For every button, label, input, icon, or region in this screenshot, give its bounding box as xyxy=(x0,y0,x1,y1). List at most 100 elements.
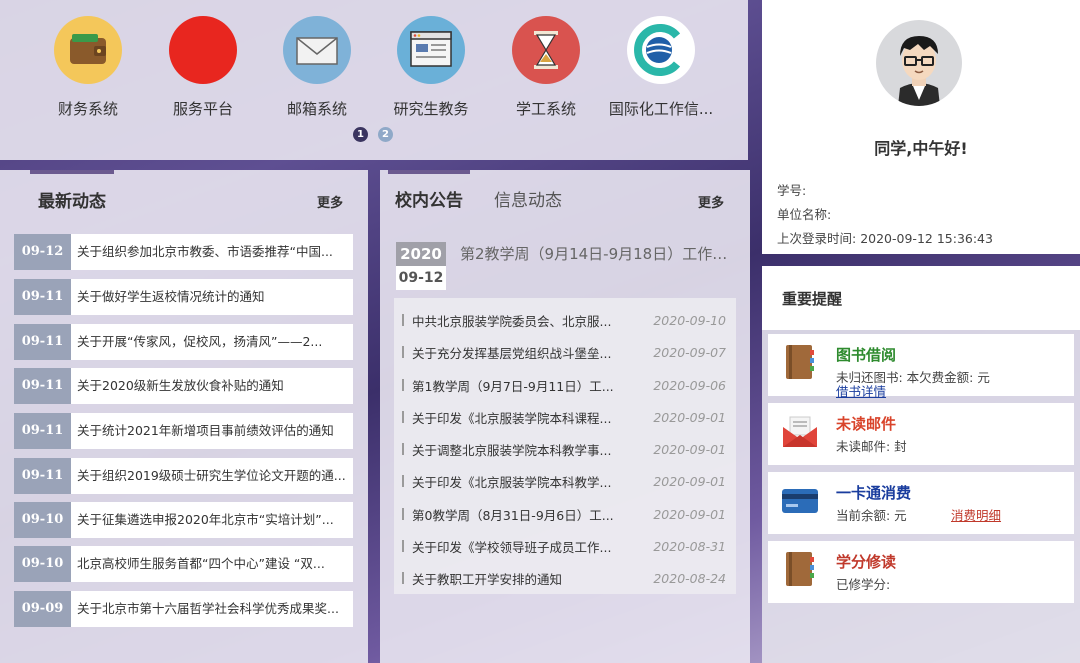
announcement-date: 2020-09-01 xyxy=(653,473,726,489)
bullet xyxy=(402,411,404,423)
news-text: 关于征集遴选申报2020年北京市“实培计划”... xyxy=(77,512,334,527)
card-icon xyxy=(780,480,820,520)
news-item[interactable]: 09-10 北京高校师生服务首都“四个中心”建设 “双... xyxy=(14,546,353,582)
tab-underline xyxy=(30,170,114,174)
card-subtitle: 未读邮件: 封 xyxy=(836,439,907,454)
announcement-date: 2020-09-01 xyxy=(653,409,726,425)
bullet xyxy=(402,346,404,358)
announcement-date: 2020-08-31 xyxy=(653,538,726,554)
browser-icon xyxy=(397,16,465,84)
announcement-text: 第1教学周（9月7日-9月11日）工... xyxy=(412,378,614,394)
announcement-list: 中共北京服装学院委员会、北京服... 2020-09-10 关于充分发挥基层党组… xyxy=(394,298,736,594)
library-detail-link[interactable]: 借书详情 xyxy=(836,381,886,400)
reminder-card-library[interactable]: 图书借阅 未归还图书: 本欠费金额: 元 借书详情 xyxy=(768,334,1074,399)
feature-title[interactable]: 第2教学周（9月14日-9月18日）工作安... xyxy=(460,243,736,264)
app-label: 邮箱系统 xyxy=(286,100,347,118)
news-text: 关于北京市第十六届哲学社会科学优秀成果奖... xyxy=(77,601,339,616)
reminder-card-mail[interactable]: 未读邮件 未读邮件: 封 xyxy=(768,403,1074,465)
bullet xyxy=(402,572,404,584)
announcement-date: 2020-09-01 xyxy=(653,441,726,457)
news-item[interactable]: 09-11 关于2020级新生发放伙食补贴的通知 xyxy=(14,368,353,404)
announce-more-link[interactable]: 更多 xyxy=(698,192,724,211)
service-icon xyxy=(169,16,237,84)
announcement-text: 关于印发《学校领导班子成员工作... xyxy=(412,539,612,555)
announcement-item[interactable]: 关于调整北京服装学院本科教学事... 2020-09-01 xyxy=(394,433,736,465)
announcement-item[interactable]: 中共北京服装学院委员会、北京服... 2020-09-10 xyxy=(394,304,736,336)
greeting: 同学,中午好! xyxy=(874,139,968,158)
mail-icon xyxy=(283,16,351,84)
announcement-date: 2020-08-24 xyxy=(653,570,726,586)
announcement-item[interactable]: 第1教学周（9月7日-9月11日）工... 2020-09-06 xyxy=(394,369,736,401)
bullet xyxy=(402,443,404,455)
announcement-text: 关于印发《北京服装学院本科课程... xyxy=(412,410,612,426)
news-date: 09-11 xyxy=(14,458,71,494)
envelope-icon xyxy=(780,411,820,451)
news-item[interactable]: 09-11 关于组织2019级硕士研究生学位论文开题的通... xyxy=(14,458,353,494)
news-text: 关于2020级新生发放伙食补贴的通知 xyxy=(77,378,284,393)
app-mail[interactable]: 邮箱系统 xyxy=(258,16,376,119)
card-subtitle: 当前余额: 元 xyxy=(836,508,907,523)
hourglass-icon xyxy=(512,16,580,84)
consumption-detail-link[interactable]: 消费明细 xyxy=(951,505,1001,524)
announcement-date: 2020-09-10 xyxy=(653,312,726,328)
announcement-item[interactable]: 关于印发《北京服装学院本科教学... 2020-09-01 xyxy=(394,465,736,497)
bullet xyxy=(402,314,404,326)
announcement-item[interactable]: 关于印发《学校领导班子成员工作... 2020-08-31 xyxy=(394,530,736,562)
announcement-date: 2020-09-01 xyxy=(653,506,726,522)
tab-underline xyxy=(388,170,470,174)
app-label: 研究生教务 xyxy=(393,100,469,118)
news-date: 09-11 xyxy=(14,368,71,404)
card-title: 一卡通消费 xyxy=(836,484,912,502)
news-item[interactable]: 09-12 关于组织参加北京市教委、市语委推荐“中国... xyxy=(14,234,353,270)
announcement-item[interactable]: 第0教学周（8月31日-9月6日）工... 2020-09-01 xyxy=(394,498,736,530)
app-internationalization[interactable]: 国际化工作信... xyxy=(602,16,720,119)
news-date: 09-10 xyxy=(14,502,71,538)
app-service-platform[interactable]: 服务平台 xyxy=(144,16,262,119)
announcement-date: 2020-09-07 xyxy=(653,344,726,360)
news-item[interactable]: 09-09 关于北京市第十六届哲学社会科学优秀成果奖... xyxy=(14,591,353,627)
news-text: 关于开展“传家风，促校风，扬清风”——2... xyxy=(77,334,323,349)
announcement-text: 关于印发《北京服装学院本科教学... xyxy=(412,474,612,490)
page-dot-2[interactable]: 2 xyxy=(378,127,393,142)
news-item[interactable]: 09-10 关于征集遴选申报2020年北京市“实培计划”... xyxy=(14,502,353,538)
news-date: 09-09 xyxy=(14,591,71,627)
wallet-icon xyxy=(54,16,122,84)
news-more-link[interactable]: 更多 xyxy=(317,192,343,211)
announcement-date: 2020-09-06 xyxy=(653,377,726,393)
globe-icon xyxy=(627,16,695,84)
feature-year: 2020 xyxy=(396,242,446,266)
reminder-card-credits[interactable]: 学分修读 已修学分: xyxy=(768,541,1074,603)
avatar[interactable] xyxy=(876,20,962,106)
app-finance[interactable]: 财务系统 xyxy=(29,16,147,119)
last-login: 上次登录时间: 2020-09-12 15:36:43 xyxy=(777,228,993,247)
news-item[interactable]: 09-11 关于开展“传家风，促校风，扬清风”——2... xyxy=(14,324,353,360)
announcement-text: 中共北京服装学院委员会、北京服... xyxy=(412,313,612,329)
app-launcher: 财务系统 服务平台 邮箱系统 研究生教务 学工系统 国际化工作信... 1 2 xyxy=(0,0,748,160)
app-graduate-affairs[interactable]: 研究生教务 xyxy=(372,16,490,119)
bullet xyxy=(402,379,404,391)
pagination: 1 2 xyxy=(353,127,393,142)
reminder-card-campus-card[interactable]: 一卡通消费 当前余额: 元 消费明细 xyxy=(768,472,1074,534)
news-text: 关于统计2021年新增项目事前绩效评估的通知 xyxy=(77,423,334,438)
last-login-value: 2020-09-12 15:36:43 xyxy=(860,231,993,246)
announcement-item[interactable]: 关于教职工开学安排的通知 2020-08-24 xyxy=(394,562,736,594)
tab-info-news[interactable]: 信息动态 xyxy=(494,186,562,211)
news-text: 关于组织2019级硕士研究生学位论文开题的通... xyxy=(77,468,346,483)
news-title: 最新动态 xyxy=(38,192,106,212)
profile-panel: 同学,中午好! 学号: 单位名称: 上次登录时间: 2020-09-12 15:… xyxy=(762,0,1080,254)
news-date: 09-12 xyxy=(14,234,71,270)
tab-campus-notice[interactable]: 校内公告 xyxy=(395,186,463,211)
announcement-text: 关于教职工开学安排的通知 xyxy=(412,571,563,587)
app-student-affairs[interactable]: 学工系统 xyxy=(487,16,605,119)
news-date: 09-11 xyxy=(14,279,71,315)
app-label: 国际化工作信... xyxy=(608,100,714,118)
announcement-item[interactable]: 关于充分发挥基层党组织战斗堡垒... 2020-09-07 xyxy=(394,336,736,368)
news-item[interactable]: 09-11 关于做好学生返校情况统计的通知 xyxy=(14,279,353,315)
page-dot-1[interactable]: 1 xyxy=(353,127,368,142)
bullet xyxy=(402,508,404,520)
reminders-title: 重要提醒 xyxy=(782,290,843,308)
unit-label: 单位名称: xyxy=(777,207,832,222)
announcement-item[interactable]: 关于印发《北京服装学院本科课程... 2020-09-01 xyxy=(394,401,736,433)
card-subtitle: 已修学分: xyxy=(836,577,891,592)
news-item[interactable]: 09-11 关于统计2021年新增项目事前绩效评估的通知 xyxy=(14,413,353,449)
